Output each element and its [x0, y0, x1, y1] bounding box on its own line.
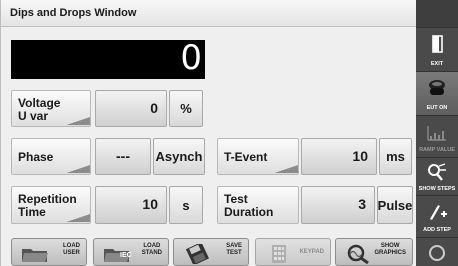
test-duration-value-field[interactable]: 3: [301, 186, 375, 224]
test-duration-value: 3: [358, 196, 366, 212]
exit-button[interactable]: EXIT: [416, 28, 458, 72]
show-graphics-button[interactable]: SHOW GRAPHICS: [335, 238, 413, 266]
ramp-indicator-icon: [66, 165, 90, 173]
phase-value-field[interactable]: ---: [95, 138, 151, 175]
t-event-unit-button[interactable]: ms: [379, 138, 412, 175]
dips-drops-window: Dips and Drops Window 0 Voltage U var 0 …: [0, 0, 417, 266]
voltage-label: Voltage U var: [18, 96, 61, 123]
t-event-unit: ms: [386, 149, 405, 164]
phase-label-box: Phase: [11, 138, 91, 175]
show-graphics-label: SHOW GRAPHICS: [374, 243, 406, 256]
test-duration-unit: Pulse: [377, 197, 413, 213]
add-step-label: ADD STEP: [423, 227, 451, 233]
value-display: 0: [11, 38, 205, 79]
t-event-value: 10: [352, 148, 368, 164]
save-test-label: SAVE TEST: [226, 243, 242, 256]
ramp-value-label: RAMP VALUE: [419, 147, 455, 153]
phase-mode-button[interactable]: Asynch: [153, 138, 205, 175]
phase-value: ---: [116, 148, 130, 164]
phase-mode: Asynch: [155, 149, 203, 164]
folder-icon: [22, 249, 48, 262]
repetition-unit-button[interactable]: s: [169, 186, 203, 224]
floppy-disk-icon: [185, 244, 209, 264]
repetition-value: 10: [142, 196, 158, 212]
save-test-button[interactable]: SAVE TEST: [173, 238, 249, 266]
add-step-icon: [430, 205, 447, 220]
load-user-label: LOAD USER: [63, 243, 80, 256]
test-duration-unit-button[interactable]: Pulse: [377, 186, 413, 224]
eut-device-icon: [429, 80, 445, 95]
exit-label: EXIT: [430, 61, 444, 67]
show-steps-label: SHOW STEPS: [418, 186, 456, 192]
load-stand-button[interactable]: IEC LOAD STAND: [93, 238, 169, 266]
steps-icon: [428, 163, 446, 181]
load-stand-label: LOAD STAND: [141, 243, 162, 256]
sidebar-extra-button[interactable]: [416, 238, 458, 266]
ramp-value-button[interactable]: RAMP VALUE: [416, 116, 458, 158]
window-title: Dips and Drops Window: [10, 7, 137, 19]
load-user-button[interactable]: LOAD USER: [11, 238, 87, 266]
door-exit-icon: [432, 35, 443, 53]
magnifier-icon: [347, 244, 369, 264]
repetition-value-field[interactable]: 10: [95, 186, 167, 224]
repetition-label-box: Repetition Time: [11, 186, 91, 224]
add-step-button[interactable]: ADD STEP: [416, 196, 458, 238]
eut-on-button[interactable]: EUT ON: [416, 72, 458, 116]
voltage-value-field[interactable]: 0: [95, 90, 167, 127]
t-event-label-box: T-Event: [217, 138, 299, 175]
voltage-label-box: Voltage U var: [11, 90, 91, 127]
show-steps-button[interactable]: SHOW STEPS: [416, 158, 458, 196]
voltage-unit: %: [180, 101, 192, 116]
ramp-indicator-icon: [274, 165, 298, 173]
t-event-label: T-Event: [224, 150, 268, 164]
display-value: 0: [180, 38, 202, 78]
title-bar: Dips and Drops Window: [1, 0, 417, 27]
eut-on-label: EUT ON: [426, 105, 448, 111]
sidebar-top-blank: [416, 0, 458, 28]
voltage-unit-button[interactable]: %: [169, 90, 203, 127]
test-duration-label-box: Test Duration: [217, 186, 299, 224]
iec-badge: IEC: [120, 252, 132, 259]
voltage-value: 0: [150, 100, 158, 116]
keypad-label: KEYPAD: [299, 249, 324, 255]
keypad-icon: [272, 245, 286, 263]
ramp-indicator-icon: [66, 117, 90, 125]
ramp-chart-icon: [427, 126, 446, 141]
repetition-unit: s: [182, 197, 190, 213]
t-event-value-field[interactable]: 10: [301, 138, 377, 175]
phase-label: Phase: [18, 150, 54, 164]
tool-icon: [429, 245, 445, 261]
right-sidebar: EXIT EUT ON RAMP VALUE SHOW STEPS ADD ST…: [416, 0, 458, 266]
keypad-button[interactable]: KEYPAD: [255, 238, 331, 266]
test-duration-label: Test Duration: [224, 192, 274, 219]
ramp-indicator-icon: [66, 214, 90, 222]
